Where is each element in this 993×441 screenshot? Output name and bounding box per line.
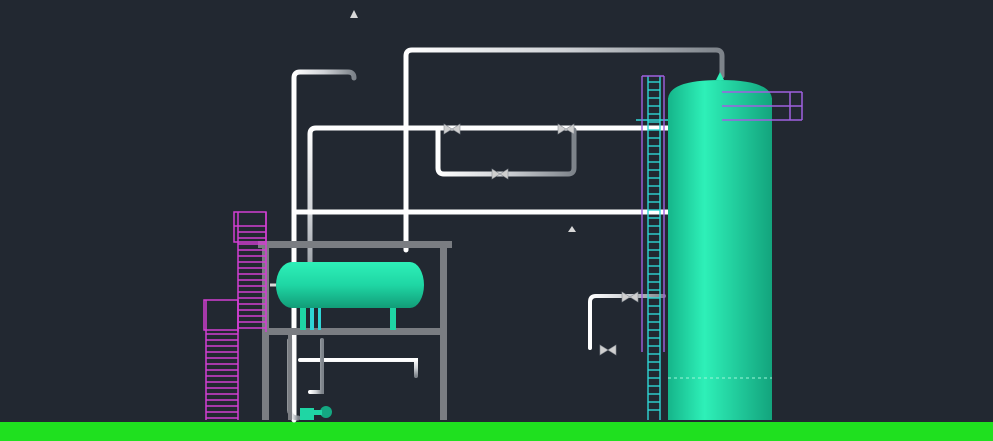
pipe-expansion-loop — [435, 127, 577, 177]
vertical-column-vessel — [668, 72, 772, 420]
pipe-under-frame-1 — [298, 358, 418, 378]
magenta-staircase — [203, 211, 267, 420]
valve-icon — [491, 168, 509, 180]
valve-icon — [621, 291, 639, 303]
valve-icon — [599, 344, 617, 356]
piping-network — [287, 10, 725, 423]
pipe-under-frame-3 — [308, 338, 324, 394]
process-plant-elevation-drawing — [0, 10, 993, 441]
vent-arrow — [350, 10, 358, 18]
pump-unit — [300, 406, 332, 420]
valve-group — [443, 123, 639, 356]
ground-slab — [0, 422, 993, 441]
cad-model-viewport[interactable] — [0, 0, 993, 441]
